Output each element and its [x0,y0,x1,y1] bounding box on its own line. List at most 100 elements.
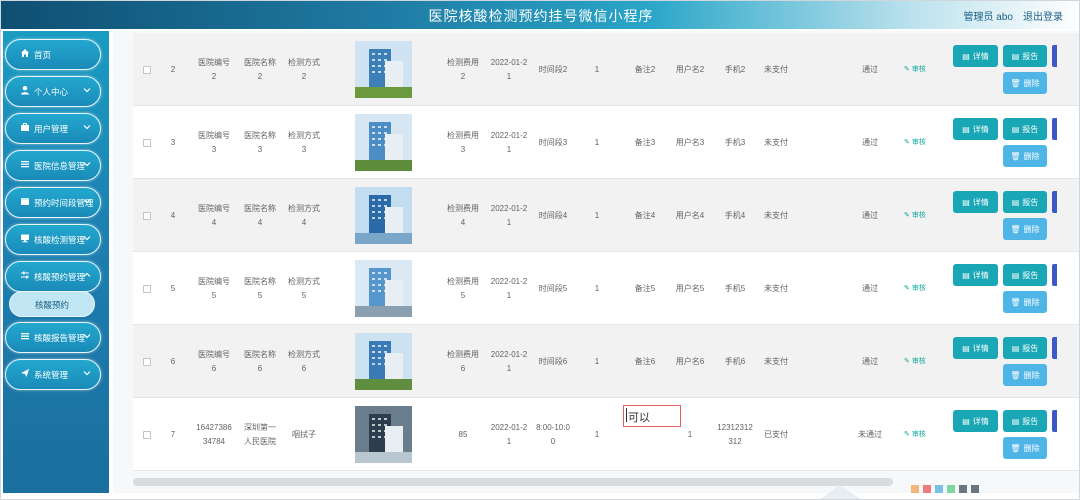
report-button[interactable]: ▤ 报告 [1003,45,1047,67]
hospital-name-text: 深圳第一 人民医院 [244,422,276,446]
text-cursor [626,408,627,422]
detail-button[interactable]: ▤ 详情 [953,45,998,67]
edit-icon: ✎ [904,66,912,73]
edit-button-partial[interactable] [1052,410,1057,432]
sidebar-item-system[interactable]: 系统管理 [5,359,101,390]
hospital-name-cell: 医院名称 6 [239,325,281,398]
phone-text: 手机4 [724,210,746,220]
delete-button[interactable]: 🗑 删除 [1003,218,1047,240]
quantity-cell: 1 [583,33,611,106]
review-status-cell: 通过 [843,325,897,398]
delete-button[interactable]: 🗑 删除 [1003,291,1047,313]
sidebar-item-users[interactable]: 用户管理 [5,113,101,144]
edit-button-partial[interactable] [1052,337,1057,359]
chevron-down-icon [83,199,91,204]
audit-link[interactable]: ✎ 审核 [904,210,926,220]
remark-edit-input[interactable]: 可以 [623,405,681,427]
edit-button-partial[interactable] [1052,264,1057,286]
edit-button-partial[interactable] [1052,191,1057,213]
username-text: 用户名5 [675,283,705,293]
review-status-text: 通过 [862,283,878,293]
sidebar-item-hospital-info[interactable]: 医院信息管理 [5,150,101,181]
quantity-cell: 1 [583,325,611,398]
audit-link-label: 审核 [911,212,926,219]
detail-button[interactable]: ▤ 详情 [953,118,998,140]
delete-button-label: 删除 [1023,224,1040,234]
booking-date-cell: 2022-01-2 1 [487,325,531,398]
edit-icon: ✎ [904,358,912,365]
test-fee-cell: 检测费用 5 [443,252,483,325]
user-icon [19,85,31,97]
edit-button-partial[interactable] [1052,45,1057,67]
quantity-text: 1 [594,429,600,439]
delete-button[interactable]: 🗑 删除 [1003,364,1047,386]
delete-button[interactable]: 🗑 删除 [1003,437,1047,459]
detail-button[interactable]: ▤ 详情 [953,410,998,432]
edit-button-partial[interactable] [1052,118,1057,140]
sidebar-subitem-booking[interactable]: 核酸预约 [9,291,95,317]
row-checkbox[interactable] [143,431,151,439]
edit-icon: ✎ [904,431,912,438]
audit-link-label: 审核 [911,358,926,365]
document-icon: ▤ [1011,343,1020,353]
sidebar-item-timeslots[interactable]: 预约时间段管理 [5,187,101,218]
logout-link[interactable]: 退出登录 [1023,8,1063,23]
sidebar-item-profile[interactable]: 个人中心 [5,76,101,107]
review-status-cell: 通过 [843,252,897,325]
sidebar-subitem-label: 核酸预约 [34,300,69,310]
username-text: 用户名6 [675,356,705,366]
audit-link-label: 审核 [911,66,926,73]
edit-icon: ✎ [904,139,912,146]
trash-icon: 🗑 [1010,151,1021,161]
row-checkbox[interactable] [143,139,151,147]
delete-button-label: 删除 [1023,151,1040,161]
booking-date-cell: 2022-01-2 1 [487,179,531,252]
report-button[interactable]: ▤ 报告 [1003,264,1047,286]
report-button[interactable]: ▤ 报告 [1003,191,1047,213]
delete-button[interactable]: 🗑 删除 [1003,145,1047,167]
detail-button[interactable]: ▤ 详情 [953,264,998,286]
report-button[interactable]: ▤ 报告 [1003,337,1047,359]
audit-link[interactable]: ✎ 审核 [904,64,926,74]
hospital-number-cell: 医院编号 3 [193,106,235,179]
quantity-cell: 1 [583,398,611,471]
sidebar-item-booking[interactable]: 核酸预约管理 [5,261,101,292]
audit-link[interactable]: ✎ 审核 [904,356,926,366]
report-button[interactable]: ▤ 报告 [1003,410,1047,432]
phone-text: 手机3 [724,137,746,147]
detail-button[interactable]: ▤ 详情 [953,191,998,213]
audit-link[interactable]: ✎ 审核 [904,283,926,293]
row-checkbox[interactable] [143,212,151,220]
sidebar-item-testing[interactable]: 核酸检测管理 [5,224,101,255]
document-icon: ▤ [1011,197,1020,207]
time-slot-cell: 时间段6 [535,325,571,398]
delete-button[interactable]: 🗑 删除 [1003,72,1047,94]
horizontal-scrollbar[interactable] [133,478,893,486]
remark-text: 备注3 [634,137,656,147]
table-row: 5 医院编号 5 医院名称 5 检测方式 5 检测费用 5 2022-01-2 1 时间段5… [133,252,1079,325]
username-text: 用户名4 [675,210,705,220]
username-cell: 用户名2 [671,33,709,106]
detail-button-label: 详情 [972,197,989,207]
row-checkbox[interactable] [143,358,151,366]
remark-cell: 备注5 [627,252,663,325]
hospital-photo [355,187,412,244]
remark-text: 备注5 [634,283,656,293]
sidebar-item-reports[interactable]: 核酸报告管理 [5,322,101,353]
row-checkbox[interactable] [143,285,151,293]
sidebar-item-home[interactable]: 首页 [5,39,101,70]
hospital-photo [355,41,412,98]
detail-button[interactable]: ▤ 详情 [953,337,998,359]
remark-cell: 备注3 [627,106,663,179]
audit-link[interactable]: ✎ 审核 [904,137,926,147]
audit-link[interactable]: ✎ 审核 [904,429,926,439]
report-button[interactable]: ▤ 报告 [1003,118,1047,140]
time-slot-cell: 8:00-10:0 0 [535,398,571,471]
report-button-label: 报告 [1022,416,1039,426]
row-index-text: 2 [170,64,176,74]
test-fee-text: 检测费用 5 [447,276,479,300]
test-method-cell: 检测方式 5 [283,252,325,325]
row-checkbox[interactable] [143,66,151,74]
current-user: 管理员 abo [963,12,1013,23]
username-text: 用户名3 [675,137,705,147]
